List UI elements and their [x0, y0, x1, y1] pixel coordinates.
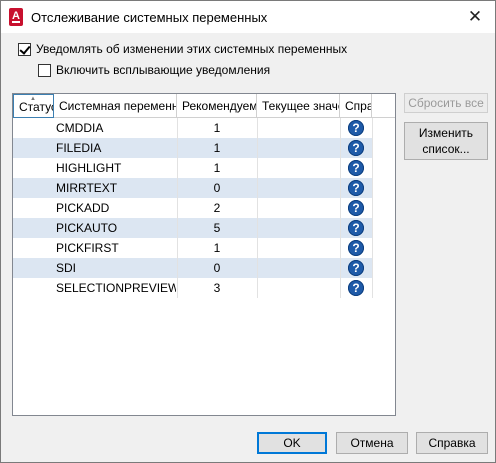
- column-divider: [340, 118, 341, 298]
- recommended-value: 0: [213, 181, 221, 195]
- help-cell[interactable]: ?: [341, 238, 371, 258]
- popup-checkbox[interactable]: [38, 63, 51, 77]
- help-icon[interactable]: ?: [348, 240, 364, 256]
- edit-list-label-line2: список...: [422, 142, 470, 156]
- variable-name: HIGHLIGHT: [56, 161, 122, 175]
- sort-up-icon: ▲: [30, 96, 36, 102]
- reset-all-button[interactable]: Сбросить все: [404, 93, 488, 113]
- table-row[interactable]: PICKAUTO 5 ?: [13, 218, 373, 238]
- dialog-window: A Отслеживание системных переменных ✕ Ув…: [0, 0, 496, 463]
- column-divider: [372, 118, 373, 298]
- help-cell[interactable]: ?: [341, 218, 371, 238]
- dialog-title: Отслеживание системных переменных: [31, 10, 268, 25]
- variable-name: SDI: [56, 261, 77, 275]
- recommended-value: 0: [213, 261, 221, 275]
- popup-option[interactable]: Включить всплывающие уведомления: [38, 63, 270, 77]
- variable-name: PICKADD: [56, 201, 110, 215]
- table-row[interactable]: SDI 0 ?: [13, 258, 373, 278]
- help-cell[interactable]: ?: [341, 178, 371, 198]
- variable-name: CMDDIA: [56, 121, 104, 135]
- help-icon[interactable]: ?: [348, 220, 364, 236]
- help-cell[interactable]: ?: [341, 278, 371, 298]
- edit-list-button[interactable]: Изменить список...: [404, 122, 488, 160]
- help-icon[interactable]: ?: [348, 180, 364, 196]
- help-icon[interactable]: ?: [348, 160, 364, 176]
- variable-name: PICKAUTO: [56, 221, 118, 235]
- autocad-logo-icon: A: [9, 8, 23, 26]
- column-header-current[interactable]: Текущее значение: [257, 94, 340, 118]
- help-icon[interactable]: ?: [348, 280, 364, 296]
- recommended-value: 1: [213, 141, 221, 155]
- help-icon[interactable]: ?: [348, 120, 364, 136]
- help-icon[interactable]: ?: [348, 260, 364, 276]
- column-header-variable[interactable]: Системная переменная: [54, 94, 177, 118]
- table-row[interactable]: PICKFIRST 1 ?: [13, 238, 373, 258]
- help-cell[interactable]: ?: [341, 198, 371, 218]
- variable-name: SELECTIONPREVIEW: [56, 281, 176, 295]
- recommended-value: 5: [213, 221, 221, 235]
- help-cell[interactable]: ?: [341, 118, 371, 138]
- help-cell[interactable]: ?: [341, 138, 371, 158]
- help-cell[interactable]: ?: [341, 258, 371, 278]
- variable-name: MIRRTEXT: [56, 181, 118, 195]
- recommended-value: 2: [213, 201, 221, 215]
- cancel-button[interactable]: Отмена: [336, 432, 408, 454]
- edit-list-label-line1: Изменить: [418, 126, 474, 140]
- popup-label: Включить всплывающие уведомления: [56, 63, 271, 77]
- variable-name: PICKFIRST: [56, 241, 119, 255]
- notify-checkbox[interactable]: [18, 42, 31, 56]
- table-row[interactable]: HIGHLIGHT 1 ?: [13, 158, 373, 178]
- recommended-value: 1: [213, 161, 221, 175]
- notify-option[interactable]: Уведомлять об изменении этих системных п…: [18, 42, 347, 56]
- column-divider: [177, 118, 178, 298]
- table-header: ▲ Статус Системная переменная Рекомендуе…: [13, 94, 395, 118]
- table-row[interactable]: FILEDIA 1 ?: [13, 138, 373, 158]
- title-bar: A Отслеживание системных переменных ✕: [1, 1, 495, 33]
- recommended-value: 1: [213, 241, 221, 255]
- column-header-status[interactable]: ▲ Статус: [13, 94, 54, 118]
- table-row[interactable]: CMDDIA 1 ?: [13, 118, 373, 138]
- ok-button[interactable]: OK: [257, 432, 327, 454]
- help-icon[interactable]: ?: [348, 140, 364, 156]
- help-cell[interactable]: ?: [341, 158, 371, 178]
- table-row[interactable]: SELECTIONPREVIEW 3 ?: [13, 278, 373, 298]
- variables-table[interactable]: ▲ Статус Системная переменная Рекомендуе…: [12, 93, 396, 416]
- help-icon[interactable]: ?: [348, 200, 364, 216]
- column-header-help[interactable]: Справка: [340, 94, 372, 118]
- help-button[interactable]: Справка: [416, 432, 488, 454]
- notify-label: Уведомлять об изменении этих системных п…: [36, 42, 348, 56]
- table-row[interactable]: PICKADD 2 ?: [13, 198, 373, 218]
- close-button[interactable]: ✕: [455, 1, 495, 33]
- variable-name: FILEDIA: [56, 141, 102, 155]
- recommended-value: 1: [177, 118, 257, 138]
- recommended-value: 3: [213, 281, 221, 295]
- column-header-recommended[interactable]: Рекомендуемое: [177, 94, 257, 118]
- table-row[interactable]: MIRRTEXT 0 ?: [13, 178, 373, 198]
- column-divider: [257, 118, 258, 298]
